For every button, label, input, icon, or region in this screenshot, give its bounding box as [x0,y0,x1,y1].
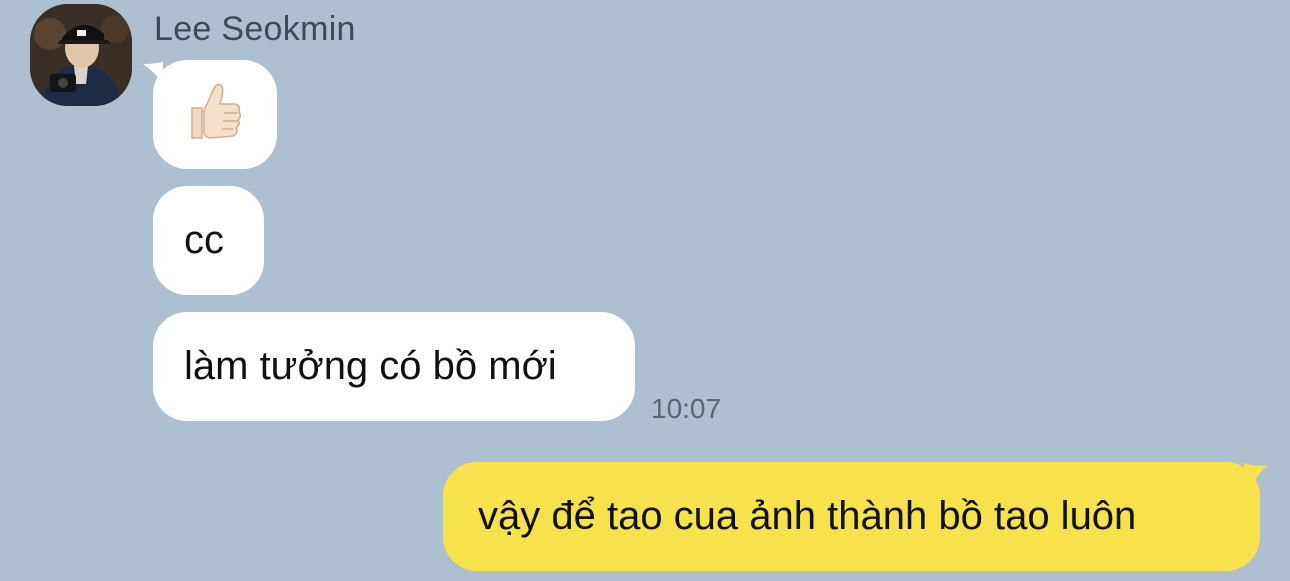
thumbs-up-icon [186,82,244,147]
message-text: cc [184,218,224,262]
message-bubble[interactable]: cc [153,186,264,295]
profile-photo [30,4,132,106]
my-message-bubble[interactable]: vậy để tao cua ảnh thành bồ tao luôn [443,462,1260,571]
message-text: vậy để tao cua ảnh thành bồ tao luôn [478,494,1137,538]
sender-name: Lee Seokmin [154,10,356,48]
message-bubble[interactable]: làm tưởng có bồ mới [153,312,635,421]
message-text: làm tưởng có bồ mới [184,344,557,388]
message-timestamp: 10:07 [651,393,722,424]
message-bubble-emoji[interactable] [153,60,277,169]
avatar[interactable] [30,4,132,106]
